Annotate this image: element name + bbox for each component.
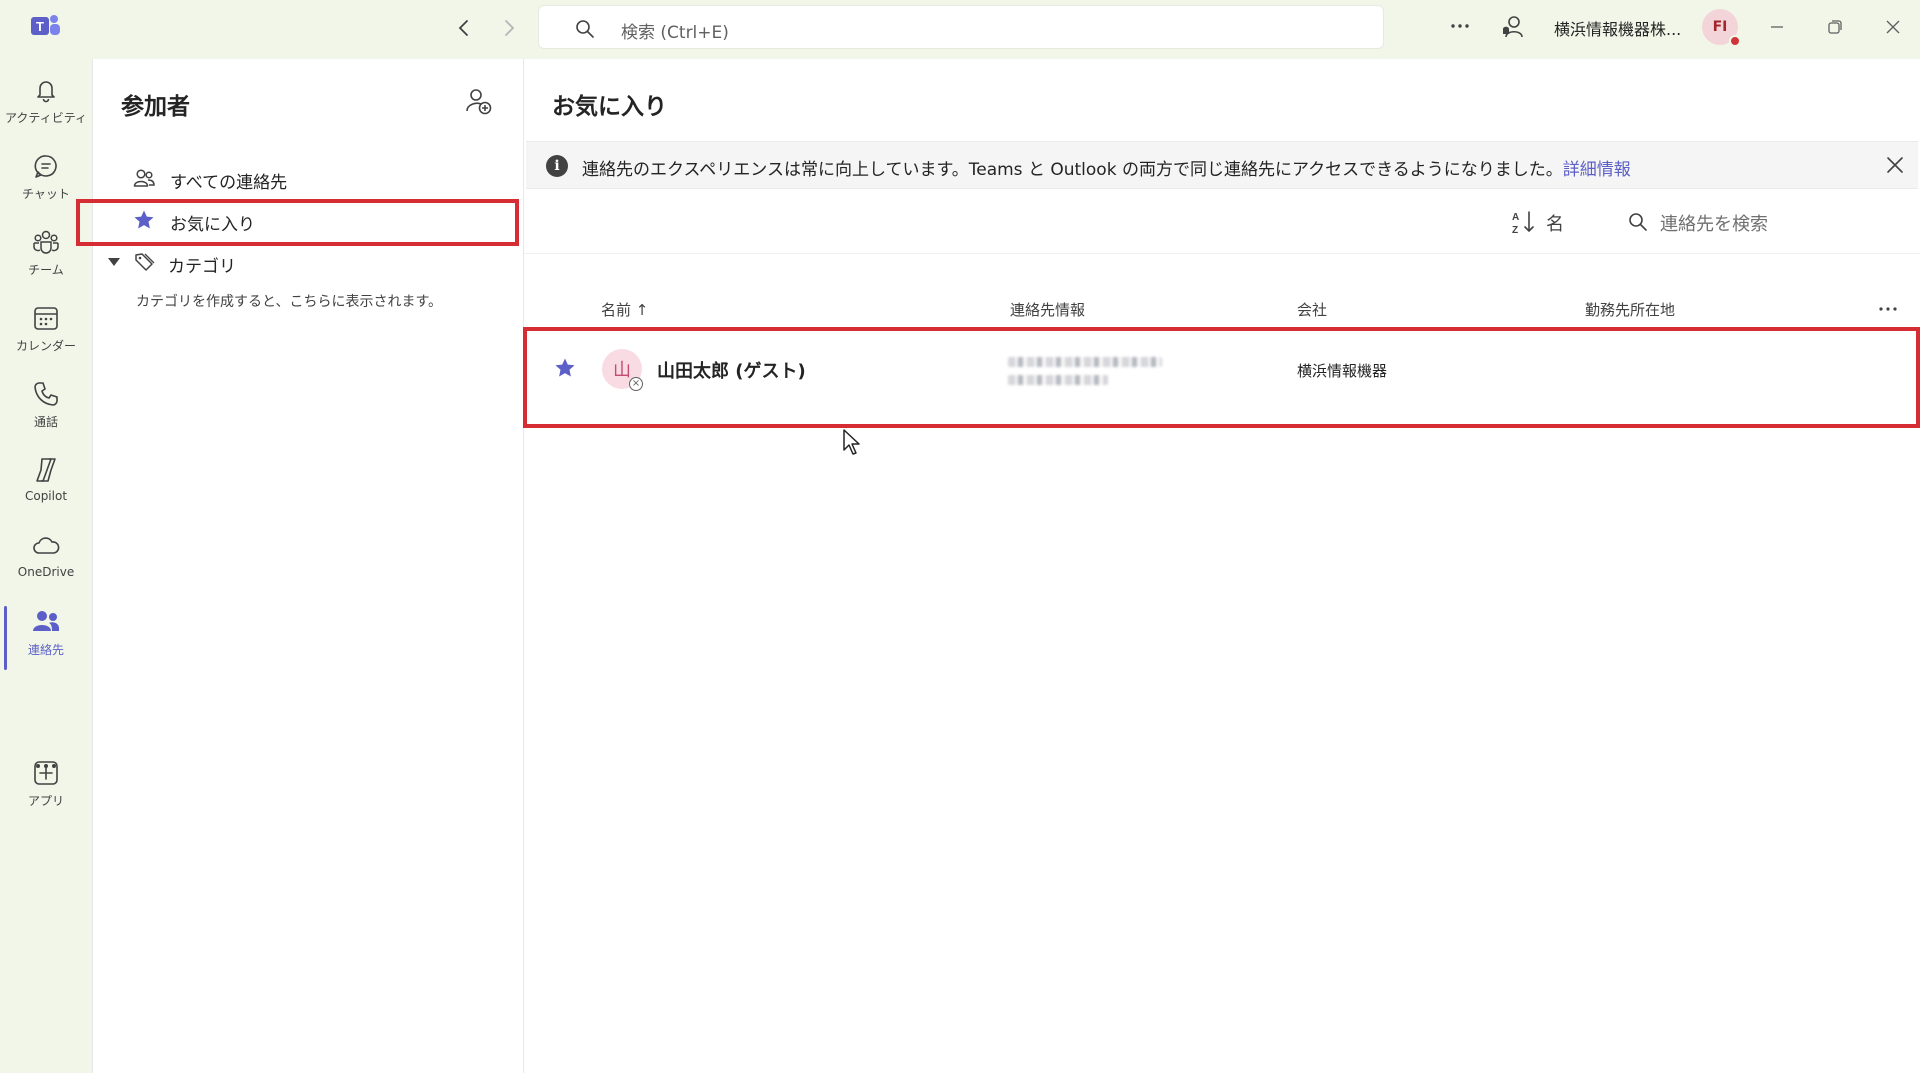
teams-icon: [33, 230, 59, 254]
restore-icon[interactable]: [1822, 14, 1848, 40]
rail-item-apps[interactable]: アプリ: [0, 750, 92, 820]
teams-logo-icon[interactable]: T: [31, 13, 61, 39]
rail-label: カレンダー: [15, 339, 76, 353]
category-toggle[interactable]: カテゴリ: [93, 245, 524, 279]
contact-info-phone-redacted: [1008, 375, 1108, 385]
info-banner: i 連絡先のエクスペリエンスは常に向上しています。Teams と Outlook…: [526, 141, 1918, 189]
pane-title: 参加者: [121, 94, 190, 120]
nav-all-contacts-label: すべての連絡先: [170, 173, 288, 193]
star-icon: [134, 210, 154, 229]
rail-item-calls[interactable]: 通話: [0, 371, 92, 441]
rail-label: OneDrive: [17, 565, 75, 579]
favorite-star-icon[interactable]: [554, 357, 576, 379]
org-name[interactable]: 横浜情報機器株...: [1554, 16, 1681, 40]
minimize-icon[interactable]: [1764, 14, 1790, 40]
banner-message: 連絡先のエクスペリエンスは常に向上しています。Teams と Outlook の…: [582, 160, 1563, 180]
app-rail: アクティビティ チャット チーム カレンダー 通話 Copilot OneDri…: [0, 59, 92, 1073]
column-header-contact-info: 連絡先情報: [1010, 301, 1086, 319]
guest-badge-icon: ×: [629, 377, 643, 391]
avatar-initial: 山: [613, 360, 631, 381]
rail-item-activity[interactable]: アクティビティ: [0, 67, 92, 137]
contact-company: 横浜情報機器: [1297, 362, 1388, 380]
forward-arrow-icon[interactable]: [497, 16, 521, 40]
caret-down-icon: [108, 258, 120, 266]
tag-icon: [135, 253, 155, 271]
avatar-initials: FI: [1712, 19, 1728, 35]
banner-text: 連絡先のエクスペリエンスは常に向上しています。Teams と Outlook の…: [582, 155, 1631, 180]
chat-icon: [34, 155, 57, 178]
rail-item-copilot[interactable]: Copilot: [0, 447, 92, 517]
rail-item-contacts[interactable]: 連絡先: [0, 599, 92, 670]
copilot-icon: [36, 458, 56, 482]
column-header-name[interactable]: 名前 ↑: [601, 299, 648, 320]
rail-label: Copilot: [24, 489, 68, 503]
rail-item-teams[interactable]: チーム: [0, 219, 92, 289]
contact-search-placeholder: 連絡先を検索: [1660, 214, 1768, 235]
calendar-icon: [34, 307, 58, 330]
column-header-office: 勤務先所在地: [1585, 301, 1676, 319]
nav-favorites-label: お気に入り: [170, 215, 255, 235]
contacts-pane: 参加者 すべての連絡先 お気に入り カテゴリ カテゴリを作成すると、こちらに表示…: [76, 59, 524, 1073]
search-icon: [1629, 213, 1647, 231]
rail-label: チーム: [28, 263, 64, 277]
table-row[interactable]: 山 × 山田太郎 (ゲスト) 横浜情報機器: [524, 329, 1920, 407]
people-icon: [33, 611, 59, 631]
rail-item-calendar[interactable]: カレンダー: [0, 295, 92, 365]
contact-search-input[interactable]: 連絡先を検索: [1628, 207, 1888, 237]
rail-label: 通話: [33, 415, 58, 429]
active-indicator: [4, 606, 7, 670]
contact-info-email-redacted: [1008, 357, 1162, 367]
rail-item-onedrive[interactable]: OneDrive: [0, 523, 92, 593]
svg-text:T: T: [36, 19, 44, 34]
divider: [524, 253, 1920, 254]
profile-avatar[interactable]: FI: [1702, 9, 1741, 47]
search-icon: [576, 20, 594, 38]
presence-busy-icon: [1729, 35, 1741, 47]
column-header-company: 会社: [1297, 301, 1328, 319]
more-options-icon[interactable]: [1448, 14, 1472, 38]
bell-icon: [37, 81, 55, 103]
close-icon[interactable]: [1884, 154, 1906, 176]
close-window-icon[interactable]: [1880, 14, 1906, 40]
add-app-icon: [34, 761, 58, 785]
sort-az-icon: A Z: [1512, 211, 1534, 235]
nav-favorites[interactable]: お気に入り: [93, 201, 524, 239]
add-contact-icon[interactable]: [464, 87, 492, 115]
cloud-icon: [33, 537, 60, 554]
category-empty-hint: カテゴリを作成すると、こちらに表示されます。: [136, 294, 443, 310]
learn-more-link[interactable]: 詳細情報: [1563, 160, 1631, 180]
phone-icon: [34, 382, 58, 406]
people-outline-icon: [133, 169, 155, 187]
global-search-input[interactable]: 検索 (Ctrl+E): [538, 5, 1384, 49]
nav-all-contacts[interactable]: すべての連絡先: [93, 159, 524, 197]
favorites-view: お気に入り i 連絡先のエクスペリエンスは常に向上しています。Teams と O…: [523, 59, 1920, 1073]
rail-label: アクティビティ: [5, 111, 87, 125]
search-placeholder: 検索 (Ctrl+E): [621, 23, 729, 43]
category-label: カテゴリ: [168, 257, 236, 277]
svg-text:A: A: [1512, 212, 1519, 223]
rail-label: 連絡先: [27, 643, 64, 657]
back-arrow-icon[interactable]: [452, 16, 476, 40]
main-title: お気に入り: [552, 94, 667, 120]
title-bar: T 検索 (Ctrl+E) 横浜情報機器株... FI: [0, 0, 1920, 59]
info-icon: i: [546, 155, 568, 177]
sort-label: 名: [1546, 214, 1564, 235]
person-notification-icon[interactable]: [1500, 14, 1526, 40]
column-options-icon[interactable]: [1876, 301, 1900, 317]
svg-text:Z: Z: [1512, 225, 1518, 235]
rail-item-chat[interactable]: チャット: [0, 143, 92, 213]
contact-name: 山田太郎 (ゲスト): [657, 361, 806, 382]
rail-label: アプリ: [27, 794, 64, 808]
rail-label: チャット: [22, 187, 70, 201]
